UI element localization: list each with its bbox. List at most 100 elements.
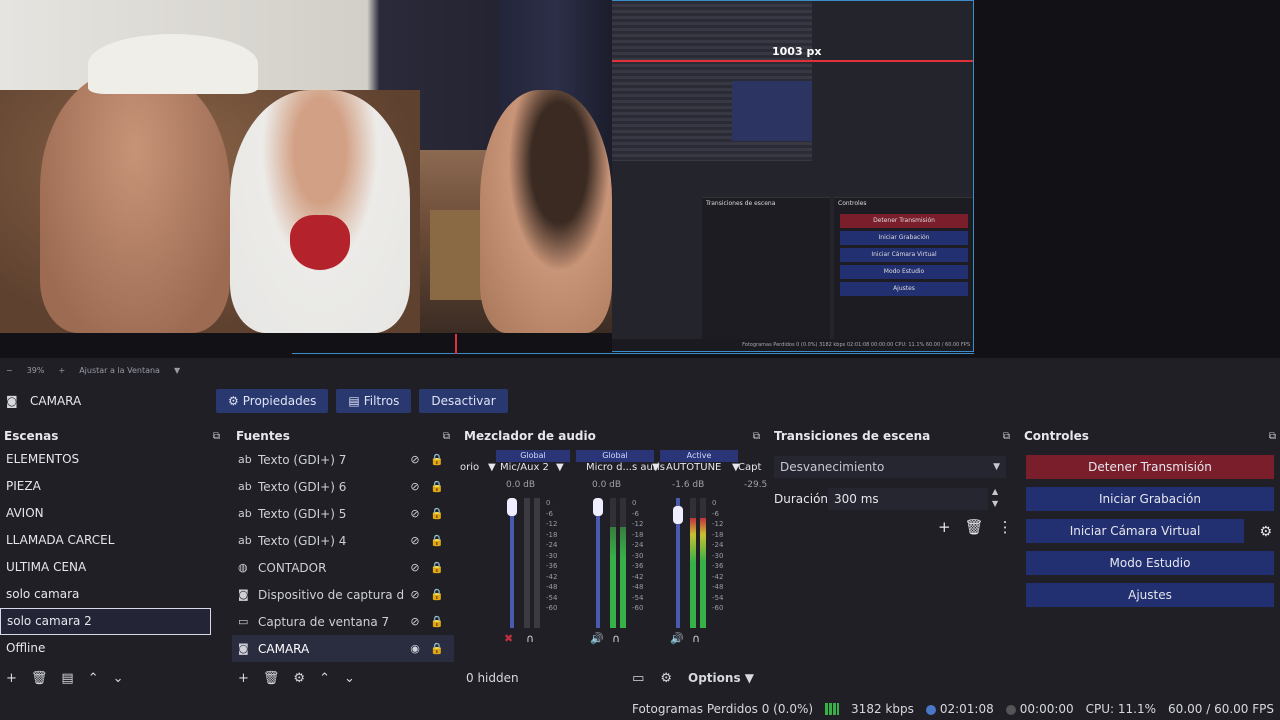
muted-speaker-icon[interactable]: ✖ bbox=[504, 632, 513, 645]
filter-icon: ▤ bbox=[348, 394, 360, 408]
eye-hidden-icon[interactable]: ⊘ bbox=[404, 588, 426, 601]
properties-button[interactable]: ⚙ Propiedades bbox=[216, 389, 329, 413]
record-icon bbox=[1005, 704, 1016, 715]
more-icon[interactable]: ⋮ bbox=[998, 518, 1013, 536]
add-icon[interactable]: + bbox=[938, 518, 951, 536]
channel-name[interactable]: AUTOTUNE bbox=[666, 462, 721, 473]
headphones-icon[interactable]: ∩ bbox=[612, 632, 620, 645]
signal-icon bbox=[825, 703, 840, 715]
eye-hidden-icon[interactable]: ⊘ bbox=[404, 507, 426, 520]
source-item[interactable]: ab Texto (GDI+) 5 ⊘ 🔒 bbox=[232, 500, 454, 527]
lock-icon[interactable]: 🔒 bbox=[426, 588, 448, 601]
trash-icon[interactable]: 🗑 bbox=[965, 518, 984, 536]
scene-item[interactable]: solo camara bbox=[0, 581, 224, 608]
source-item[interactable]: ab Texto (GDI+) 7 ⊘ 🔒 bbox=[232, 446, 454, 473]
source-item[interactable]: ▭ Captura de ventana 7 ⊘ 🔒 bbox=[232, 608, 454, 635]
camera-icon: ◙ bbox=[6, 394, 18, 408]
scene-item[interactable]: ELEMENTOS bbox=[0, 446, 224, 473]
fader-handle[interactable] bbox=[673, 506, 683, 524]
fader-handle[interactable] bbox=[593, 498, 603, 516]
source-item[interactable]: ◙ Dispositivo de captura de ⊘ 🔒 bbox=[232, 581, 454, 608]
move-up-icon[interactable]: ⌃ bbox=[88, 671, 99, 686]
options-button[interactable]: Options ▼ bbox=[688, 671, 754, 685]
eye-hidden-icon[interactable]: ⊘ bbox=[404, 615, 426, 628]
transition-select[interactable]: Desvanecimiento ▼ bbox=[774, 456, 1006, 478]
move-up-icon[interactable]: ⌃ bbox=[319, 671, 330, 686]
duration-stepper[interactable]: ▲ ▼ bbox=[992, 486, 998, 510]
gear-icon[interactable]: ⚙ bbox=[293, 671, 305, 686]
source-item[interactable]: ab Texto (GDI+) 6 ⊘ 🔒 bbox=[232, 473, 454, 500]
level-meter bbox=[620, 498, 626, 628]
volume-fader[interactable] bbox=[510, 498, 514, 628]
zoom-in-icon[interactable]: + bbox=[58, 366, 65, 375]
chevron-down-icon[interactable]: ▼ bbox=[488, 462, 496, 473]
chevron-down-icon[interactable]: ▼ bbox=[652, 462, 660, 473]
trash-icon[interactable]: 🗑 bbox=[31, 671, 48, 686]
trash-icon[interactable]: 🗑 bbox=[263, 671, 280, 686]
undock-icon[interactable]: ⧉ bbox=[753, 431, 760, 442]
fader-handle[interactable] bbox=[507, 498, 517, 516]
layout-icon[interactable]: ▭ bbox=[632, 671, 644, 686]
headphones-icon[interactable]: ∩ bbox=[692, 632, 700, 645]
scene-item[interactable]: ULTIMA CENA bbox=[0, 554, 224, 581]
chevron-down-icon: ▼ bbox=[993, 462, 1000, 472]
zoom-out-icon[interactable]: − bbox=[6, 366, 13, 375]
chevron-down-icon[interactable]: ▼ bbox=[174, 366, 180, 375]
fit-to-window[interactable]: Ajustar a la Ventana bbox=[79, 366, 160, 375]
move-down-icon[interactable]: ⌄ bbox=[344, 671, 355, 686]
settings-button[interactable]: Ajustes bbox=[1026, 583, 1274, 607]
undock-icon[interactable]: ⧉ bbox=[443, 431, 450, 442]
lock-icon[interactable]: 🔒 bbox=[426, 615, 448, 628]
eye-hidden-icon[interactable]: ⊘ bbox=[404, 453, 426, 466]
scene-item[interactable]: AVION bbox=[0, 500, 224, 527]
window-icon: ▭ bbox=[238, 615, 249, 628]
lock-icon[interactable]: 🔒 bbox=[426, 507, 448, 520]
lock-icon[interactable]: 🔒 bbox=[426, 561, 448, 574]
eye-icon[interactable]: ◉ bbox=[404, 642, 426, 655]
scene-item[interactable]: Offline bbox=[0, 635, 224, 662]
move-down-icon[interactable]: ⌄ bbox=[113, 671, 124, 686]
speaker-icon[interactable]: 🔊 bbox=[670, 632, 684, 645]
undock-icon[interactable]: ⧉ bbox=[1003, 431, 1010, 442]
duration-input[interactable]: 300 ms bbox=[828, 488, 988, 510]
gear-icon[interactable]: ⚙ bbox=[1259, 524, 1272, 540]
filter-icon[interactable]: ▤ bbox=[61, 671, 73, 686]
deactivate-button[interactable]: Desactivar bbox=[419, 389, 508, 413]
obs-window: 1003 px Transiciones de escena Controles… bbox=[0, 0, 1280, 720]
chevron-down-icon[interactable]: ▼ bbox=[556, 462, 564, 473]
channel-name[interactable]: Mic/Aux 2 bbox=[500, 462, 549, 473]
channel-name[interactable]: orio bbox=[460, 462, 479, 473]
lock-icon[interactable]: 🔒 bbox=[426, 534, 448, 547]
hidden-count: 0 hidden bbox=[466, 671, 519, 685]
mixer-settings-icon[interactable]: ⚙ bbox=[660, 671, 672, 686]
virtual-camera-button[interactable]: Iniciar Cámara Virtual bbox=[1026, 519, 1244, 543]
eye-hidden-icon[interactable]: ⊘ bbox=[404, 534, 426, 547]
scene-item[interactable]: PIEZA bbox=[0, 473, 224, 500]
source-item[interactable]: ab Texto (GDI+) 4 ⊘ 🔒 bbox=[232, 527, 454, 554]
lock-icon[interactable]: 🔒 bbox=[426, 453, 448, 466]
speaker-icon[interactable]: 🔊 bbox=[590, 632, 604, 645]
preview-canvas[interactable]: 1003 px Transiciones de escena Controles… bbox=[0, 0, 1280, 375]
stop-stream-button[interactable]: Detener Transmisión bbox=[1026, 455, 1274, 479]
undock-icon[interactable]: ⧉ bbox=[1269, 431, 1276, 442]
lock-icon[interactable]: 🔒 bbox=[426, 642, 448, 655]
sources-dock: Fuentes ⧉ ab Texto (GDI+) 7 ⊘ 🔒 ab Texto (GDI… bbox=[232, 426, 454, 690]
source-item[interactable]: ◙ CAMARA ◉ 🔒 bbox=[232, 635, 454, 662]
source-item[interactable]: ◍ CONTADOR ⊘ 🔒 bbox=[232, 554, 454, 581]
eye-hidden-icon[interactable]: ⊘ bbox=[404, 480, 426, 493]
status-bar: Fotogramas Perdidos 0 (0.0%) 3182 kbps 0… bbox=[0, 698, 1280, 720]
scene-item[interactable]: LLAMADA CARCEL bbox=[0, 527, 224, 554]
lock-icon[interactable]: 🔒 bbox=[426, 480, 448, 493]
start-recording-button[interactable]: Iniciar Grabación bbox=[1026, 487, 1274, 511]
add-icon[interactable]: + bbox=[6, 671, 17, 686]
undock-icon[interactable]: ⧉ bbox=[213, 431, 220, 442]
eye-hidden-icon[interactable]: ⊘ bbox=[404, 561, 426, 574]
scene-item[interactable]: solo camara 2 bbox=[0, 608, 211, 635]
add-icon[interactable]: + bbox=[238, 671, 249, 686]
filters-button[interactable]: ▤ Filtros bbox=[336, 389, 412, 413]
channel-name[interactable]: Capt bbox=[738, 462, 761, 473]
studio-mode-button[interactable]: Modo Estudio bbox=[1026, 551, 1274, 575]
volume-fader[interactable] bbox=[596, 498, 600, 628]
stream-time-group: 02:01:08 bbox=[925, 702, 994, 716]
headphones-icon[interactable]: ∩ bbox=[526, 632, 534, 645]
